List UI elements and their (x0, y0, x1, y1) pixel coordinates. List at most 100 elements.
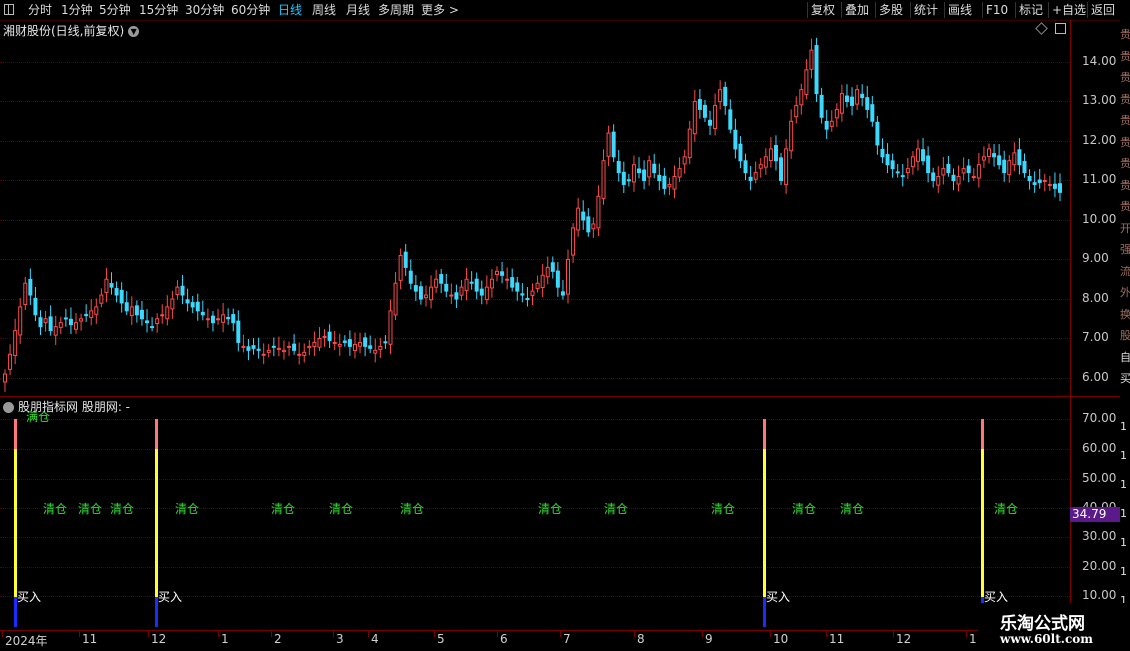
candle-body[interactable] (804, 69, 809, 95)
candle-body[interactable] (74, 322, 79, 330)
candle-body[interactable] (550, 262, 555, 272)
candle-body[interactable] (180, 285, 185, 296)
candle-body[interactable] (216, 318, 221, 321)
candle-body[interactable] (677, 168, 682, 178)
candle-body[interactable] (185, 299, 190, 304)
candle-body[interactable] (1022, 161, 1027, 174)
toolbar-action-4[interactable]: 画线 (948, 2, 972, 18)
candle-body[interactable] (398, 255, 403, 281)
candle-body[interactable] (38, 317, 43, 328)
candle-body[interactable] (931, 172, 936, 182)
candle-body[interactable] (84, 314, 89, 317)
candle-body[interactable] (758, 164, 763, 169)
candle-body[interactable] (68, 318, 73, 326)
candle-body[interactable] (576, 207, 581, 231)
candle-body[interactable] (773, 145, 778, 162)
period-tab-9[interactable]: 多周期 (378, 2, 414, 18)
candle-body[interactable] (768, 148, 773, 162)
candle-body[interactable] (129, 306, 134, 317)
candle-body[interactable] (444, 283, 449, 292)
candle-body[interactable] (292, 343, 297, 351)
candle-body[interactable] (13, 330, 18, 357)
candle-body[interactable] (1027, 176, 1032, 182)
candle-body[interactable] (976, 164, 981, 179)
candle-body[interactable] (915, 148, 920, 162)
candle-body[interactable] (317, 338, 322, 348)
candle-body[interactable] (368, 345, 373, 349)
candle-body[interactable] (708, 119, 713, 126)
candle-body[interactable] (1052, 183, 1057, 189)
candle-body[interactable] (469, 281, 474, 284)
candle-body[interactable] (657, 174, 662, 182)
candle-body[interactable] (997, 155, 1002, 166)
candle-body[interactable] (560, 291, 565, 296)
candle-body[interactable] (951, 174, 956, 181)
candle-body[interactable] (713, 104, 718, 129)
candle-body[interactable] (763, 156, 768, 168)
candle-body[interactable] (251, 345, 256, 349)
candle-body[interactable] (464, 278, 469, 291)
candle-body[interactable] (1058, 183, 1062, 193)
candle-body[interactable] (200, 311, 205, 316)
candle-body[interactable] (145, 320, 150, 324)
candle-body[interactable] (271, 345, 276, 348)
candle-body[interactable] (652, 163, 657, 174)
candle-body[interactable] (139, 309, 144, 320)
candle-body[interactable] (971, 176, 976, 179)
candle-body[interactable] (1007, 160, 1012, 176)
window-toggle-icon[interactable] (4, 4, 14, 15)
candle-body[interactable] (449, 294, 454, 297)
candle-body[interactable] (672, 176, 677, 190)
candle-body[interactable] (718, 89, 723, 103)
candle-body[interactable] (611, 131, 616, 158)
candle-body[interactable] (723, 86, 728, 106)
candle-body[interactable] (748, 176, 753, 181)
candle-body[interactable] (834, 108, 839, 119)
candle-body[interactable] (819, 94, 824, 118)
candle-body[interactable] (418, 286, 423, 300)
candle-body[interactable] (525, 298, 530, 301)
candle-body[interactable] (870, 104, 875, 122)
candle-body[interactable] (226, 316, 231, 320)
period-tab-3[interactable]: 15分钟 (139, 2, 178, 18)
candle-body[interactable] (231, 314, 236, 324)
candle-body[interactable] (571, 227, 576, 256)
candle-body[interactable] (936, 176, 941, 186)
candle-body[interactable] (606, 132, 611, 157)
candle-body[interactable] (423, 294, 428, 299)
candle-body[interactable] (860, 93, 865, 99)
candle-body[interactable] (434, 278, 439, 288)
candle-body[interactable] (454, 292, 459, 300)
toolbar-action-8[interactable]: 返回 (1091, 2, 1115, 18)
candle-body[interactable] (429, 286, 434, 301)
candle-body[interactable] (697, 99, 702, 110)
candle-body[interactable] (662, 175, 667, 189)
candle-body[interactable] (342, 340, 347, 343)
candle-body[interactable] (738, 143, 743, 162)
toolbar-action-3[interactable]: 统计 (914, 2, 938, 18)
candle-body[interactable] (363, 337, 368, 347)
candle-body[interactable] (378, 345, 383, 351)
candle-body[interactable] (900, 175, 905, 178)
candle-body[interactable] (865, 97, 870, 110)
candle-body[interactable] (114, 288, 119, 296)
period-tab-0[interactable]: 分时 (28, 2, 52, 18)
candle-body[interactable] (692, 101, 697, 135)
candle-body[interactable] (160, 314, 165, 317)
candle-body[interactable] (104, 278, 109, 294)
candle-body[interactable] (880, 148, 885, 158)
candle-body[interactable] (682, 156, 687, 165)
candle-body[interactable] (89, 310, 94, 319)
candle-body[interactable] (489, 278, 494, 289)
candle-body[interactable] (307, 345, 312, 349)
toolbar-action-5[interactable]: F10 (986, 2, 1008, 18)
candle-body[interactable] (99, 294, 104, 304)
candle-body[interactable] (1047, 183, 1052, 186)
candle-body[interactable] (150, 326, 155, 329)
candle-body[interactable] (540, 274, 545, 288)
candle-body[interactable] (895, 171, 900, 174)
candle-body[interactable] (824, 120, 829, 130)
candle-body[interactable] (94, 306, 99, 315)
candle-body[interactable] (327, 331, 332, 341)
candle-body[interactable] (530, 290, 535, 296)
